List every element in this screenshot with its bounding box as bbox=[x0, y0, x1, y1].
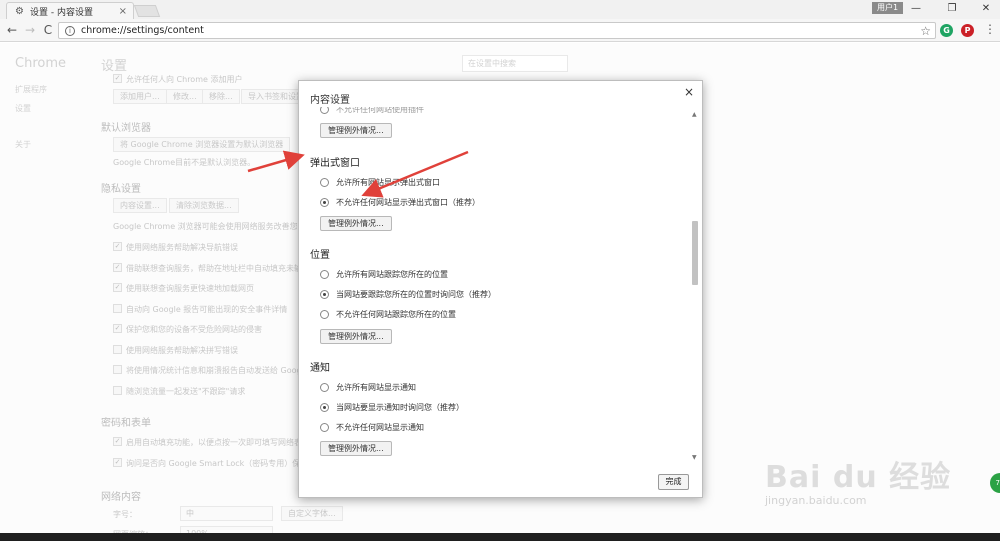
radio-option[interactable]: 当网站要跟踪您所在的位置时询问您（推荐） bbox=[320, 289, 496, 300]
option-label: 不允许任何网站跟踪您所在的位置 bbox=[336, 310, 456, 319]
site-info-icon[interactable]: i bbox=[65, 25, 75, 36]
radio-option[interactable]: 允许所有网站显示弹出式窗口 bbox=[320, 177, 440, 188]
section-title-popups: 弹出式窗口 bbox=[310, 158, 360, 169]
radio-button[interactable] bbox=[320, 270, 329, 279]
radio-option[interactable]: 当网站要显示通知时询问您（推荐） bbox=[320, 402, 464, 413]
bookmark-star-icon[interactable]: ☆ bbox=[920, 24, 931, 38]
manage-exceptions-button[interactable]: 管理例外情况... bbox=[320, 329, 392, 344]
radio-button[interactable] bbox=[320, 178, 329, 187]
radio-button[interactable] bbox=[320, 290, 329, 299]
watermark-logo-text: Bai du 经验 bbox=[765, 460, 952, 495]
radio-button[interactable] bbox=[320, 198, 329, 207]
dialog-scroll-area[interactable]: 不允许任何网站使用插件 管理例外情况... 弹出式窗口 允许所有网站显示弹出式窗… bbox=[299, 107, 704, 462]
radio-option[interactable]: 不允许任何网站显示通知 bbox=[320, 422, 424, 433]
grammarly-extension-icon[interactable]: G bbox=[940, 24, 953, 37]
chrome-menu-icon[interactable]: ⋮ bbox=[984, 22, 996, 36]
option-label: 当网站要跟踪您所在的位置时询问您（推荐） bbox=[336, 290, 496, 299]
done-button[interactable]: 完成 bbox=[658, 474, 689, 490]
option-label: 不允许任何网站使用插件 bbox=[336, 107, 424, 114]
radio-button[interactable] bbox=[320, 107, 329, 114]
new-tab-button[interactable] bbox=[133, 5, 161, 17]
scroll-thumb[interactable] bbox=[692, 221, 698, 285]
forward-icon[interactable]: → bbox=[22, 22, 38, 38]
manage-exceptions-button[interactable]: 管理例外情况... bbox=[320, 216, 392, 231]
reload-icon[interactable]: C bbox=[40, 22, 56, 38]
tab-title: 设置 - 内容设置 bbox=[29, 7, 93, 18]
radio-option[interactable]: 允许所有网站显示通知 bbox=[320, 382, 416, 393]
scroll-up-icon[interactable]: ▲ bbox=[692, 111, 697, 118]
title-bar: ⚙ 设置 - 内容设置 × 用户1 — ❐ ✕ bbox=[0, 0, 1000, 19]
pinterest-extension-icon[interactable]: P bbox=[961, 24, 974, 37]
back-icon[interactable]: ← bbox=[4, 22, 20, 38]
content-settings-dialog: 内容设置 × 不允许任何网站使用插件 管理例外情况... 弹出式窗口 允许所有网… bbox=[298, 80, 703, 498]
gear-icon: ⚙ bbox=[15, 5, 24, 17]
browser-toolbar: ← → C i chrome://settings/content ☆ G P … bbox=[0, 19, 1000, 42]
radio-button[interactable] bbox=[320, 423, 329, 432]
radio-option[interactable]: 允许所有网站跟踪您所在的位置 bbox=[320, 269, 448, 280]
option-label: 允许所有网站显示通知 bbox=[336, 383, 416, 392]
tab-settings[interactable]: ⚙ 设置 - 内容设置 × bbox=[6, 2, 134, 19]
close-icon[interactable]: × bbox=[684, 85, 694, 99]
url-text[interactable]: chrome://settings/content bbox=[81, 25, 914, 36]
section-title-location: 位置 bbox=[310, 250, 330, 261]
option-label: 不允许任何网站显示通知 bbox=[336, 423, 424, 432]
option-label: 允许所有网站显示弹出式窗口 bbox=[336, 178, 440, 187]
minimize-icon[interactable]: — bbox=[896, 0, 936, 17]
option-label: 允许所有网站跟踪您所在的位置 bbox=[336, 270, 448, 279]
close-window-icon[interactable]: ✕ bbox=[966, 0, 1000, 17]
option-label: 当网站要显示通知时询问您（推荐） bbox=[336, 403, 464, 412]
radio-option[interactable]: 不允许任何网站显示弹出式窗口（推荐） bbox=[320, 197, 480, 208]
radio-button[interactable] bbox=[320, 383, 329, 392]
manage-exceptions-button[interactable]: 管理例外情况... bbox=[320, 441, 392, 456]
scroll-down-icon[interactable]: ▼ bbox=[692, 454, 697, 461]
baidu-watermark: Bai du 经验 jingyan.baidu.com bbox=[765, 452, 951, 507]
scrollbar[interactable]: ▲ ▼ bbox=[692, 111, 698, 461]
taskbar bbox=[0, 533, 1000, 541]
radio-button[interactable] bbox=[320, 310, 329, 319]
section-title-notifications: 通知 bbox=[310, 363, 330, 374]
radio-button[interactable] bbox=[320, 403, 329, 412]
tab-close-icon[interactable]: × bbox=[119, 6, 127, 17]
radio-option[interactable]: 不允许任何网站跟踪您所在的位置 bbox=[320, 309, 456, 320]
manage-exceptions-button[interactable]: 管理例外情况... bbox=[320, 123, 392, 138]
radio-option[interactable]: 不允许任何网站使用插件 bbox=[320, 107, 424, 115]
option-label: 不允许任何网站显示弹出式窗口（推荐） bbox=[336, 198, 480, 207]
dialog-title: 内容设置 bbox=[310, 95, 350, 106]
address-bar[interactable]: i chrome://settings/content ☆ bbox=[58, 22, 936, 39]
